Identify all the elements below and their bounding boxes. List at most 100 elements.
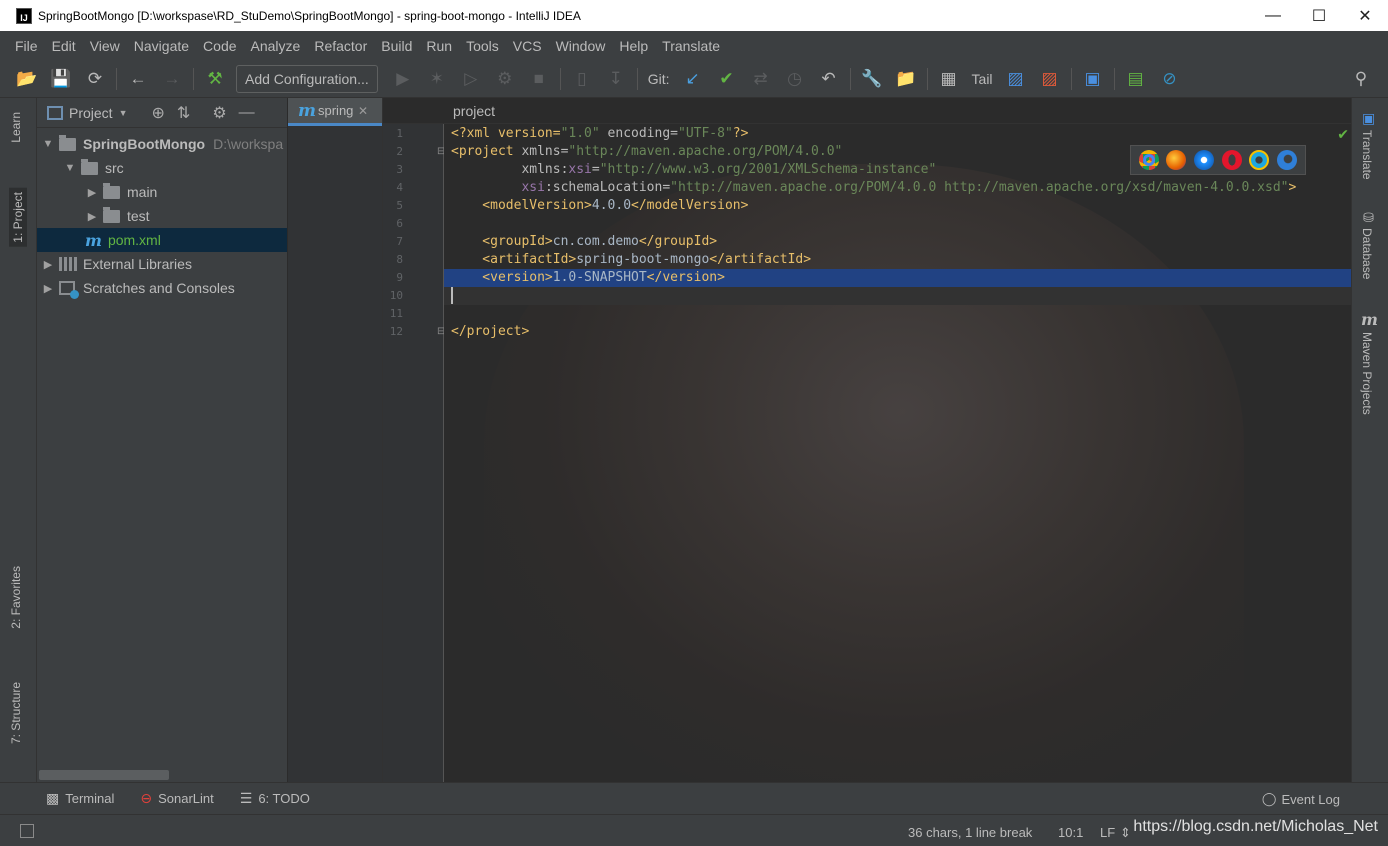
menu-analyze[interactable]: Analyze [251,38,301,54]
translate-tab[interactable]: Translate [1360,130,1374,180]
line-number: 12 [389,325,403,338]
tree-item-label: src [105,160,124,176]
debug-icon[interactable]: ✶ [424,66,450,92]
locate-icon[interactable]: ⊕ [152,103,165,123]
firefox-icon[interactable] [1166,150,1187,170]
tree-item-external-libraries[interactable]: ▶ External Libraries [37,252,287,276]
google-translate-icon[interactable]: ▨ [1003,66,1029,92]
code-editor[interactable]: ✔ <?xml version="1.0" encoding="UTF-8"?>… [444,124,1351,782]
database-icon: ⛁ [1363,210,1374,225]
project-structure-icon[interactable]: 📁 [893,66,919,92]
line-number: 1 [396,127,403,140]
menu-view[interactable]: View [90,38,120,54]
profile-icon[interactable]: ⚙ [492,66,518,92]
safari-icon[interactable] [1194,150,1215,170]
menu-build[interactable]: Build [381,38,412,54]
revert-icon[interactable]: ↶ [816,66,842,92]
menu-file[interactable]: File [15,38,38,54]
tree-item-main[interactable]: ▶ main [37,180,287,204]
chevron-down-icon[interactable]: ▼ [119,108,128,118]
line-separator[interactable]: LF [1100,825,1115,840]
settings-wrench-icon[interactable]: 🔧 [859,66,885,92]
edge-icon[interactable] [1277,150,1298,170]
sync-icon[interactable]: ⟳ [82,66,108,92]
collapsed-arrow-icon[interactable]: ▶ [85,210,99,223]
chrome-icon[interactable] [1138,150,1159,170]
open-folder-icon[interactable]: 📂 [14,66,40,92]
code-line: xmlns:xsi="http://www.w3.org/2001/XMLSch… [451,162,937,177]
project-view-icon [47,105,63,120]
menu-tools[interactable]: Tools [466,38,499,54]
database-tab[interactable]: Database [1360,228,1374,279]
menu-code[interactable]: Code [203,38,236,54]
git-compare-icon[interactable]: ⇄ [748,66,774,92]
translate-replace-icon[interactable]: ▨ [1037,66,1063,92]
expanded-arrow-icon[interactable]: ▼ [41,138,55,150]
favorites-tab[interactable]: 2: Favorites [9,566,23,629]
menu-help[interactable]: Help [619,38,648,54]
gear-icon[interactable]: ⚙ [212,103,226,123]
tree-item-test[interactable]: ▶ test [37,204,287,228]
menu-window[interactable]: Window [556,38,606,54]
git-update-icon[interactable]: ↙ [680,66,706,92]
menu-navigate[interactable]: Navigate [134,38,189,54]
line-number: 5 [396,199,403,212]
minimize-button[interactable]: — [1250,0,1296,31]
save-all-icon[interactable]: 💾 [48,66,74,92]
run-icon[interactable]: ▶ [390,66,416,92]
learn-tab[interactable]: Learn [9,112,23,143]
run-coverage-icon[interactable]: ▷ [458,66,484,92]
menu-edit[interactable]: Edit [52,38,76,54]
hide-panel-icon[interactable]: — [239,104,255,122]
menu-vcs[interactable]: VCS [513,38,542,54]
power-save-icon[interactable]: ⊘ [1157,66,1183,92]
stop-icon[interactable]: ■ [526,66,552,92]
structure-tab[interactable]: 7: Structure [9,682,23,744]
collapse-all-icon[interactable]: ⇅ [177,103,190,123]
collapsed-arrow-icon[interactable]: ▶ [41,258,55,271]
horizontal-scrollbar[interactable] [39,770,169,780]
back-arrow-icon[interactable]: ← [125,66,151,92]
maximize-button[interactable]: ☐ [1296,0,1342,31]
vcs-update-icon[interactable]: ▯ [569,66,595,92]
forward-arrow-icon[interactable]: → [159,66,185,92]
tool-windows-toggle-icon[interactable] [20,823,34,838]
collapsed-arrow-icon[interactable]: ▶ [41,282,55,295]
todo-tab[interactable]: ☰ 6: TODO [240,790,310,807]
git-commit-icon[interactable]: ✔ [714,66,740,92]
collapsed-arrow-icon[interactable]: ▶ [85,186,99,199]
opera-icon[interactable] [1221,150,1242,170]
menu-refactor[interactable]: Refactor [314,38,367,54]
caret-position[interactable]: 10:1 [1058,825,1083,840]
breadcrumb[interactable]: project [383,98,1351,124]
add-configuration-button[interactable]: Add Configuration... [236,64,378,93]
line-separator-chevron-icon[interactable]: ⇕ [1120,825,1131,841]
sonarlint-tab[interactable]: ⊖ SonarLint [140,790,213,807]
translate-doc-icon[interactable]: ▣ [1080,66,1106,92]
tree-item-scratches[interactable]: ▶ Scratches and Consoles [37,276,287,300]
menu-translate[interactable]: Translate [662,38,720,54]
project-tab[interactable]: 1: Project [9,188,27,247]
sdk-manager-icon[interactable]: ▦ [936,66,962,92]
inspection-ok-icon[interactable]: ✔ [1337,126,1349,143]
expanded-arrow-icon[interactable]: ▼ [63,162,77,174]
build-hammer-icon[interactable]: ⚒ [202,66,228,92]
statistic-icon[interactable]: ▤ [1123,66,1149,92]
close-button[interactable]: ✕ [1342,0,1388,31]
tree-item-pom[interactable]: m pom.xml [37,228,287,252]
tree-item-src[interactable]: ▼ src [37,156,287,180]
download-icon[interactable]: ↧ [603,66,629,92]
menu-run[interactable]: Run [426,38,452,54]
tail-label[interactable]: Tail [972,71,993,87]
history-icon[interactable]: ◷ [782,66,808,92]
editor-tab-pom[interactable]: m spring ✕ [288,98,382,126]
terminal-tab[interactable]: ▩ Terminal [46,790,114,807]
project-view-selector[interactable]: Project [69,105,113,121]
main-toolbar: 📂 💾 ⟳ ← → ⚒ Add Configuration... ▶ ✶ ▷ ⚙… [0,60,1388,98]
close-icon[interactable]: ✕ [358,104,368,118]
maven-projects-tab[interactable]: Maven Projects [1360,332,1374,415]
event-log-tab[interactable]: ◯ Event Log [1262,791,1340,807]
search-icon[interactable]: ⚲ [1348,66,1374,92]
tree-item-root[interactable]: ▼ SpringBootMongo D:\workspa [37,132,287,156]
internet-explorer-icon[interactable] [1249,150,1270,170]
